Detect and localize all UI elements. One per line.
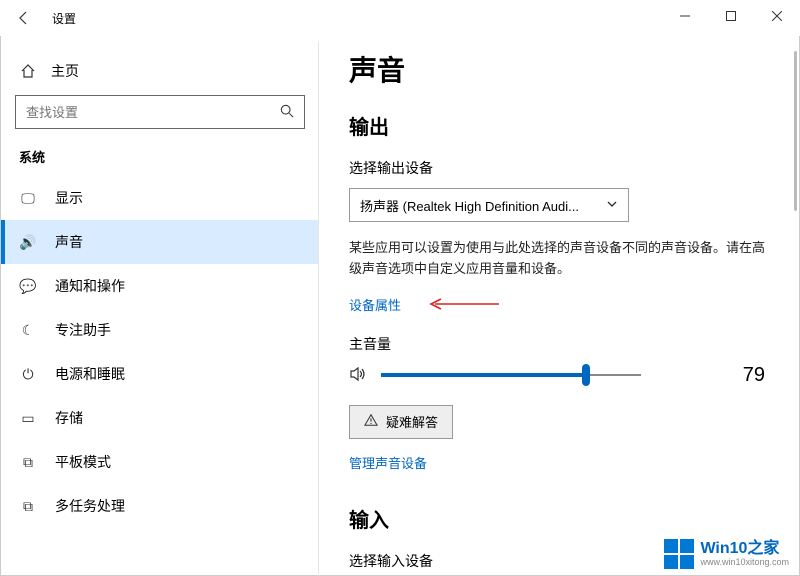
app-title: 设置: [52, 10, 76, 27]
sidebar-item-display[interactable]: 🖵 显示: [1, 176, 319, 220]
watermark-url: www.win10xitong.com: [700, 558, 789, 568]
minimize-button[interactable]: [662, 0, 708, 32]
output-description: 某些应用可以设置为使用与此处选择的声音设备不同的声音设备。请在高级声音选项中自定…: [349, 238, 769, 280]
sidebar-item-tablet-mode[interactable]: ⧉ 平板模式: [1, 440, 319, 484]
search-settings-input[interactable]: [15, 95, 305, 129]
device-properties-link[interactable]: 设备属性: [349, 295, 401, 314]
manage-sound-devices-link[interactable]: 管理声音设备: [349, 453, 427, 472]
troubleshoot-label: 疑难解答: [386, 412, 438, 431]
search-field[interactable]: [26, 105, 280, 120]
output-device-label: 选择输出设备: [349, 158, 771, 178]
sidebar-item-label: 存储: [55, 408, 83, 428]
output-section-title: 输出: [349, 111, 771, 140]
volume-slider[interactable]: [381, 365, 641, 385]
troubleshoot-button[interactable]: 疑难解答: [349, 405, 453, 439]
sidebar-item-storage[interactable]: ▭ 存储: [1, 396, 319, 440]
maximize-button[interactable]: [708, 0, 754, 32]
home-nav[interactable]: 主页: [1, 53, 319, 95]
sidebar-item-label: 平板模式: [55, 452, 111, 472]
sidebar-item-notifications[interactable]: 💬 通知和操作: [1, 264, 319, 308]
sidebar-item-multitask[interactable]: ⧉ 多任务处理: [1, 484, 319, 528]
tablet-mode-icon: ⧉: [19, 454, 37, 471]
sidebar-item-label: 专注助手: [55, 320, 111, 340]
search-icon: [280, 104, 294, 121]
annotation-arrow: [429, 296, 499, 315]
scrollbar[interactable]: [794, 51, 797, 211]
home-label: 主页: [51, 61, 79, 81]
storage-icon: ▭: [19, 410, 37, 427]
sidebar: 主页 系统 🖵 显示 🔊 声音 💬 通知和操作 ☾ 专注助手 ⏻ 电源和睡眠 ▭ 存储 ⧉ 平板模式 ⧉ 多任…: [1, 1, 319, 575]
sidebar-item-power-sleep[interactable]: ⏻ 电源和睡眠: [1, 352, 319, 396]
slider-fill: [381, 373, 586, 377]
warning-icon: [364, 413, 378, 430]
back-button[interactable]: [0, 0, 48, 36]
sidebar-item-focus-assist[interactable]: ☾ 专注助手: [1, 308, 319, 352]
windows-logo-icon: [664, 539, 694, 569]
display-icon: 🖵: [19, 190, 37, 207]
page-title: 声音: [349, 49, 771, 89]
sidebar-item-label: 多任务处理: [55, 496, 125, 516]
focus-assist-icon: ☾: [19, 322, 37, 339]
watermark: Win10之家 www.win10xitong.com: [664, 539, 789, 569]
output-device-select[interactable]: 扬声器 (Realtek High Definition Audi...: [349, 188, 629, 222]
speaker-icon: [349, 365, 367, 386]
sidebar-item-sound[interactable]: 🔊 声音: [1, 220, 319, 264]
sound-icon: 🔊: [19, 234, 37, 251]
sidebar-item-label: 通知和操作: [55, 276, 125, 296]
volume-value: 79: [743, 364, 765, 387]
sidebar-item-label: 电源和睡眠: [55, 364, 125, 384]
notifications-icon: 💬: [19, 278, 37, 295]
close-button[interactable]: [754, 0, 800, 32]
watermark-name: Win10之家: [700, 540, 789, 558]
content-pane: 声音 输出 选择输出设备 扬声器 (Realtek High Definitio…: [319, 1, 799, 575]
output-device-selected: 扬声器 (Realtek High Definition Audi...: [360, 196, 579, 215]
slider-thumb[interactable]: [582, 364, 590, 386]
chevron-down-icon: [606, 198, 618, 213]
category-title: 系统: [1, 147, 319, 176]
sidebar-item-label: 显示: [55, 188, 83, 208]
power-sleep-icon: ⏻: [19, 366, 37, 383]
input-section-title: 输入: [349, 504, 771, 533]
home-icon: [19, 63, 37, 79]
sidebar-item-label: 声音: [55, 232, 83, 252]
multitask-icon: ⧉: [19, 498, 37, 515]
master-volume-label: 主音量: [349, 334, 771, 354]
